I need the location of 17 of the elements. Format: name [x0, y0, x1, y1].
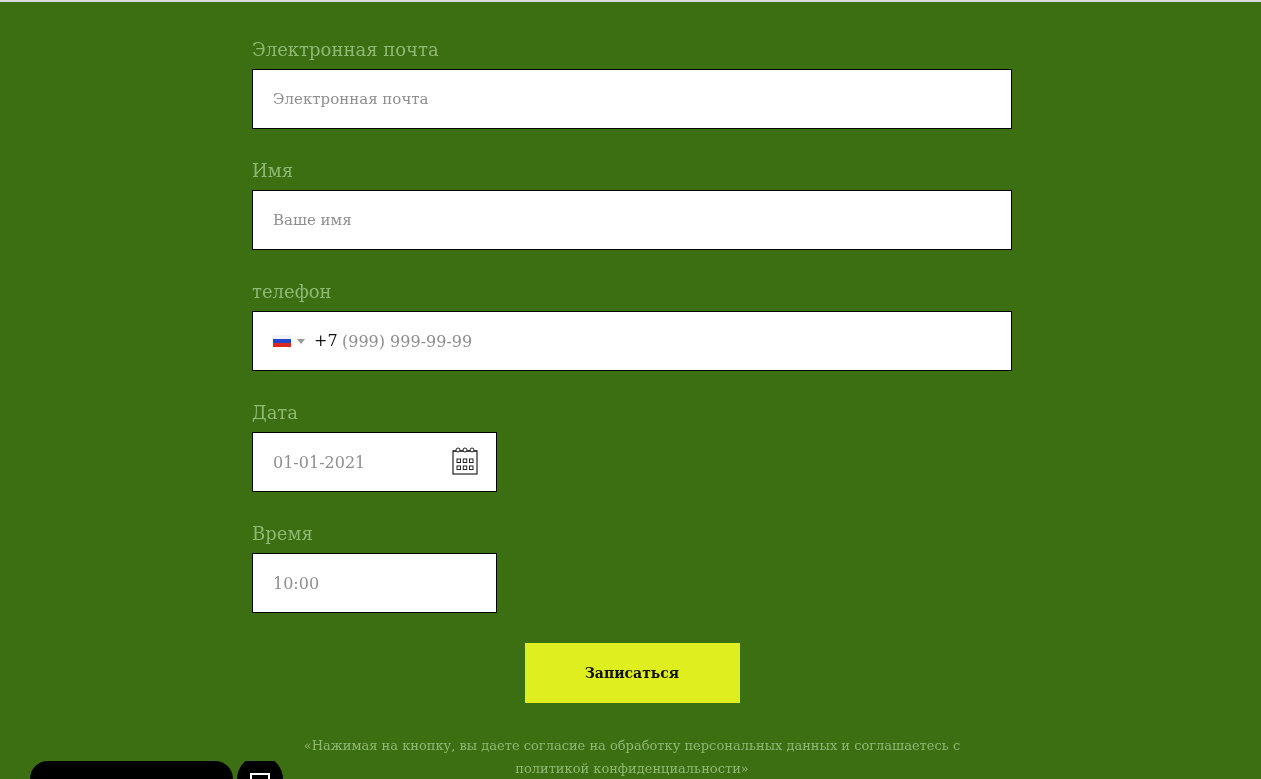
time-field[interactable]: 10:00: [252, 553, 497, 613]
consent-text: «Нажимая на кнопку, вы даете согласие на обработку персональных данных и соглашаетесь с политикой конфиденциальности»: [302, 737, 962, 778]
field-label: Время: [252, 522, 313, 546]
field-label: Электронная почта: [252, 38, 439, 62]
text-field[interactable]: Ваше имя: [252, 190, 1012, 250]
calendar-icon: [452, 447, 478, 475]
submit-button[interactable]: Записаться: [524, 643, 740, 703]
round-button[interactable]: [237, 761, 283, 779]
field-label: Имя: [252, 159, 294, 183]
field-label: Дата: [252, 401, 299, 425]
field-label: телефон: [252, 280, 332, 304]
flag-icon: [273, 335, 291, 347]
country-select[interactable]: [273, 335, 305, 347]
dial-code: +7: [314, 330, 338, 352]
caret-icon: [297, 338, 305, 344]
date-field[interactable]: 01-01-2021: [252, 432, 497, 492]
text-field[interactable]: Электронная почта: [252, 69, 1012, 129]
